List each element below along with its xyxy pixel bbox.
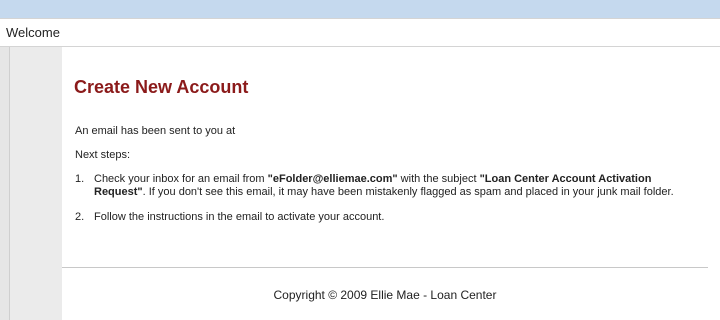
next-steps-label: Next steps: — [75, 149, 131, 161]
step-text: Check your inbox for an email from — [94, 173, 268, 185]
main-content: Create New Account An email has been sen… — [62, 47, 720, 320]
left-rail — [0, 47, 10, 320]
step-item: 1. Check your inbox for an email from "e… — [75, 173, 690, 199]
content-gutter — [10, 47, 62, 320]
step-text: with the subject — [397, 173, 480, 185]
sender-email: "eFolder@elliemae.com" — [267, 173, 398, 185]
step-number: 2. — [75, 211, 85, 223]
step-item: 2. Follow the instructions in the email … — [75, 211, 690, 224]
steps-list: 1. Check your inbox for an email from "e… — [75, 173, 690, 236]
step-text: Follow the instructions in the email to … — [94, 211, 385, 223]
copyright-text: Copyright © 2009 Ellie Mae - Loan Center — [273, 288, 497, 302]
step-number: 1. — [75, 173, 85, 185]
welcome-tab-bar: Welcome — [0, 18, 720, 47]
footer-divider — [62, 267, 708, 268]
page-title: Create New Account — [74, 77, 249, 97]
window-top-strip — [0, 0, 720, 18]
step-text: . If you don't see this email, it may ha… — [142, 186, 674, 198]
email-sent-message: An email has been sent to you at — [75, 125, 236, 137]
welcome-tab[interactable]: Welcome — [6, 25, 60, 40]
